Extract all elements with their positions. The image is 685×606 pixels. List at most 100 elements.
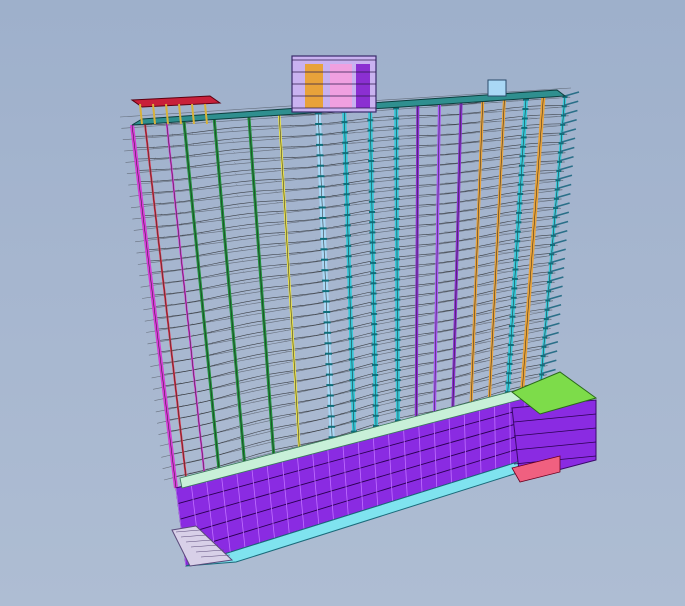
column-joint: [394, 278, 401, 281]
column-joint: [514, 230, 521, 233]
column-joint: [393, 197, 400, 200]
column-joint: [321, 269, 329, 272]
column-joint: [371, 343, 378, 346]
column: [278, 115, 301, 456]
edge-beam: [561, 128, 577, 134]
column-joint: [370, 302, 377, 305]
slab-grid-line: [251, 379, 253, 381]
slab-grid-line: [220, 229, 222, 232]
column-joint: [393, 167, 400, 170]
column-joint: [325, 373, 333, 376]
slab-grid-line: [235, 183, 238, 186]
column-joint: [507, 353, 514, 356]
column-joint: [370, 282, 377, 285]
slab-grid-line: [353, 295, 360, 297]
column-joint: [350, 399, 357, 402]
structural-model-canvas[interactable]: [0, 0, 685, 606]
edge-beam: [548, 285, 563, 292]
edge-beam: [562, 118, 577, 125]
column-joint: [343, 193, 350, 196]
column-joint: [394, 389, 401, 392]
slab-grid-line: [284, 339, 287, 342]
slab-grid-line: [287, 393, 291, 395]
slab-grid-line: [349, 130, 356, 133]
column-joint: [393, 218, 400, 220]
slab-grid-line: [216, 185, 218, 188]
column-joint: [347, 327, 354, 330]
column-joint: [348, 348, 355, 351]
floor-slab-line: [149, 216, 555, 273]
slab-grid-line: [407, 126, 416, 129]
column: [166, 122, 206, 481]
slab-grid-line: [355, 347, 361, 349]
column-joint: [394, 308, 401, 311]
column-joint: [368, 170, 375, 173]
column-joint: [344, 203, 350, 206]
slab-grid-line: [290, 435, 293, 438]
column-joint: [326, 384, 334, 387]
edge-beam: [558, 165, 573, 171]
slab-grid-line: [289, 425, 292, 427]
column-joint: [394, 359, 401, 361]
column-joint: [371, 363, 378, 366]
slab-grid-line: [356, 388, 362, 390]
column-joint: [516, 202, 523, 205]
column-joint: [322, 300, 330, 303]
column-joint: [319, 227, 327, 230]
column-joint: [342, 162, 349, 165]
model-viewport[interactable]: [0, 0, 685, 606]
slab-grid-line: [278, 254, 282, 257]
slab-grid-line: [407, 136, 416, 139]
column-joint: [511, 287, 518, 290]
slab-grid-line: [351, 203, 358, 205]
slab-grid-line: [211, 130, 214, 134]
slab-grid-line: [352, 254, 359, 256]
column-joint: [344, 214, 351, 216]
slab-grid-line: [283, 329, 287, 331]
slab-grid-line: [407, 206, 416, 208]
column-joint: [394, 298, 401, 301]
column-joint: [553, 197, 559, 200]
column-joint: [320, 248, 328, 251]
slab-grid-line: [541, 143, 556, 145]
slab-grid-line: [407, 256, 416, 258]
slab-grid-line: [223, 262, 225, 265]
edge-beam: [554, 211, 570, 218]
column-joint: [371, 323, 378, 326]
column-joint: [513, 259, 519, 262]
slab-grid-line: [349, 161, 357, 164]
column-joint: [346, 286, 353, 289]
slab-grid-line: [286, 382, 290, 384]
edge-beam: [546, 303, 562, 310]
column-joint: [371, 353, 378, 356]
column-joint: [350, 420, 357, 423]
slab-grid-line: [284, 350, 288, 352]
edge-beam: [546, 313, 561, 319]
slab-grid-line: [407, 156, 416, 158]
slab-grid-line: [354, 326, 361, 328]
slab-grid-line: [247, 335, 250, 338]
column-joint: [517, 183, 524, 186]
slab-grid-line: [277, 233, 281, 235]
slab-grid-line: [543, 125, 557, 127]
edge-beam: [563, 100, 579, 107]
column-joint: [349, 389, 356, 392]
column-joint: [372, 394, 379, 397]
column-joint: [549, 253, 555, 256]
column-joint: [323, 321, 331, 324]
slab-grid-line: [407, 216, 416, 218]
slab-grid-line: [213, 152, 215, 155]
column-joint: [372, 384, 379, 387]
column-joint: [394, 328, 401, 331]
column-joint: [326, 394, 334, 397]
column-joint: [506, 362, 513, 365]
column-joint: [322, 290, 330, 293]
column-joint: [327, 404, 335, 407]
edge-beam: [553, 229, 568, 236]
column-joint: [368, 160, 375, 162]
slab-grid-line: [233, 161, 236, 165]
slab-grid-line: [407, 166, 416, 168]
column: [131, 124, 177, 489]
slab-grid-line: [407, 186, 416, 188]
column-joint: [345, 265, 352, 268]
